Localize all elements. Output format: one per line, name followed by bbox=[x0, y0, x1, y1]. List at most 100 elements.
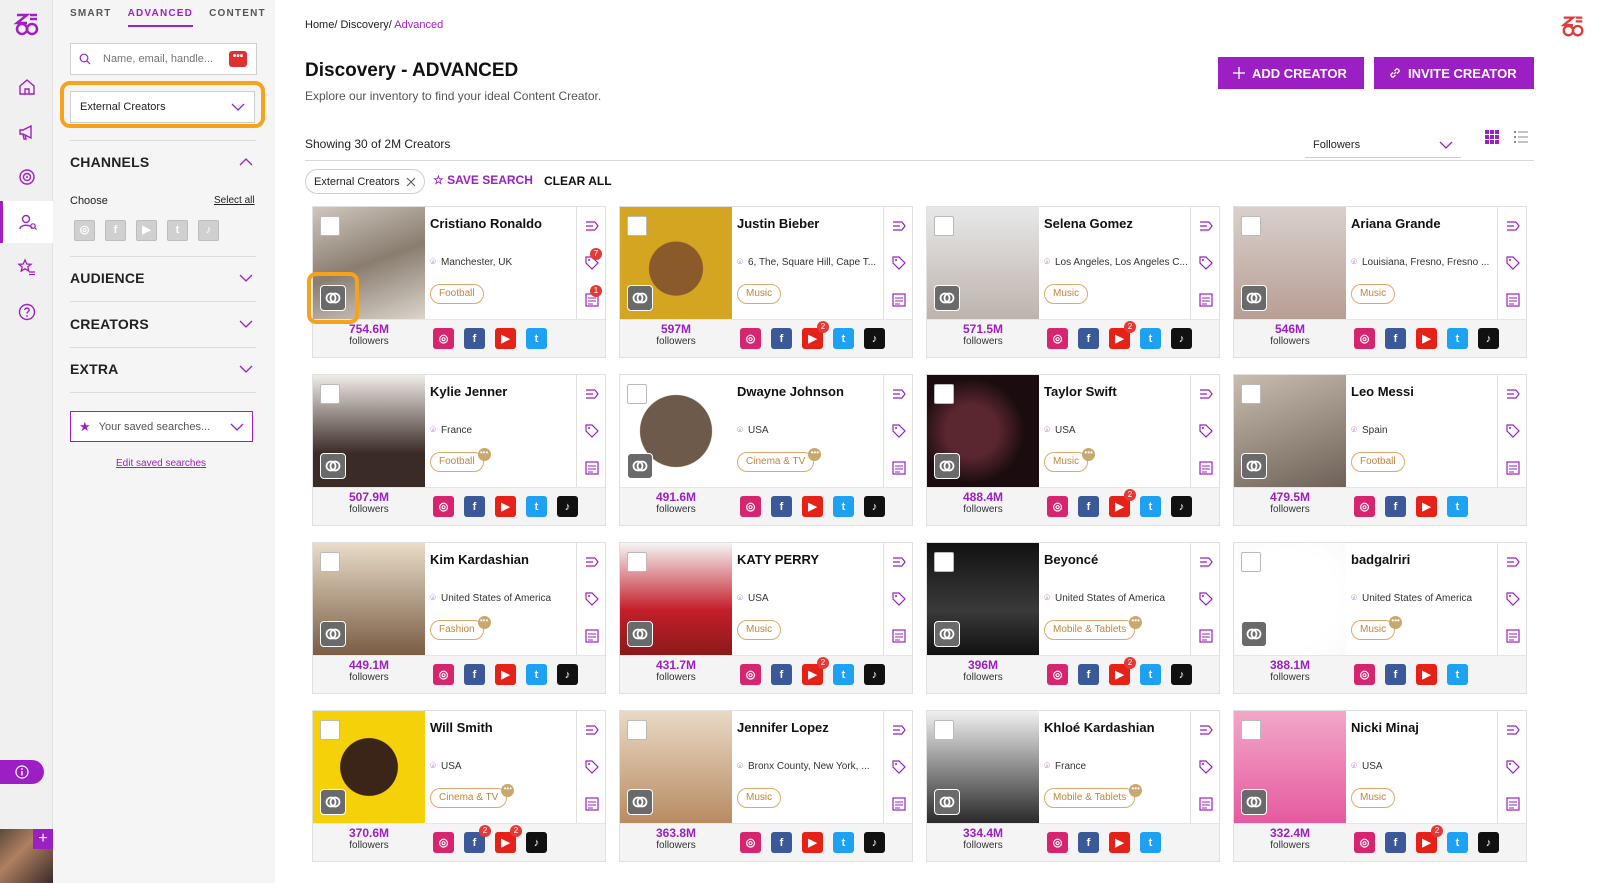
assign-icon[interactable] bbox=[891, 553, 907, 569]
instagram-icon[interactable]: ◎ bbox=[1047, 664, 1068, 685]
twitter-icon[interactable]: t bbox=[833, 328, 854, 349]
twitter-icon[interactable]: t bbox=[1140, 664, 1161, 685]
tag-icon[interactable] bbox=[891, 423, 907, 439]
select-checkbox[interactable] bbox=[627, 216, 647, 236]
twitter-icon[interactable]: t bbox=[833, 496, 854, 517]
twitter-icon[interactable]: t bbox=[526, 664, 547, 685]
notes-icon[interactable] bbox=[1505, 292, 1521, 308]
select-checkbox[interactable] bbox=[1241, 552, 1261, 572]
creator-card[interactable]: Leo Messi ⌾ Spain Football 479.5M followers ◎ f… bbox=[1233, 374, 1527, 526]
select-all-link[interactable]: Select all bbox=[214, 195, 255, 206]
creator-card[interactable]: Will Smith ⌾ USA Cinema & TV ••• 370.6M follow… bbox=[312, 710, 606, 862]
instagram-icon[interactable]: ◎ bbox=[740, 496, 761, 517]
assign-icon[interactable] bbox=[891, 721, 907, 737]
youtube-icon[interactable]: ▶ 2 bbox=[1109, 657, 1136, 685]
invite-creator-button[interactable]: INVITE CREATOR bbox=[1374, 57, 1534, 89]
creator-card[interactable]: Khloé Kardashian ⌾ France Mobile & Tablets •… bbox=[926, 710, 1220, 862]
select-checkbox[interactable] bbox=[934, 552, 954, 572]
tiktok-icon[interactable]: ♪ bbox=[1171, 328, 1192, 349]
select-checkbox[interactable] bbox=[934, 384, 954, 404]
tiktok-icon[interactable]: ♪ bbox=[557, 496, 578, 517]
assign-icon[interactable] bbox=[1198, 553, 1214, 569]
select-checkbox[interactable] bbox=[934, 720, 954, 740]
youtube-icon[interactable]: ▶ bbox=[495, 328, 516, 349]
tag-icon[interactable] bbox=[1198, 759, 1214, 775]
assign-icon[interactable] bbox=[1198, 217, 1214, 233]
creator-name[interactable]: badgalriri bbox=[1351, 552, 1410, 567]
section-creators[interactable]: CREATORS bbox=[70, 306, 253, 342]
select-checkbox[interactable] bbox=[627, 552, 647, 572]
facebook-icon[interactable]: f bbox=[1385, 832, 1406, 853]
user-avatar[interactable]: + bbox=[0, 829, 53, 883]
instagram-icon[interactable]: ◎ bbox=[1354, 832, 1375, 853]
tiktok-icon[interactable]: ♪ bbox=[1478, 832, 1499, 853]
tiktok-icon[interactable]: ♪ bbox=[864, 832, 885, 853]
assign-icon[interactable] bbox=[1198, 385, 1214, 401]
breadcrumb-home[interactable]: Home bbox=[305, 19, 334, 31]
notes-icon[interactable] bbox=[1198, 628, 1214, 644]
notes-icon[interactable] bbox=[1505, 796, 1521, 812]
creator-card[interactable]: Ariana Grande ⌾ Louisiana, Fresno, Fresno … bbox=[1233, 206, 1527, 358]
assign-icon[interactable] bbox=[1505, 385, 1521, 401]
facebook-filter-icon[interactable]: f bbox=[105, 220, 126, 241]
youtube-icon[interactable]: ▶ bbox=[802, 496, 823, 517]
youtube-icon[interactable]: ▶ bbox=[495, 496, 516, 517]
creator-name[interactable]: Leo Messi bbox=[1351, 384, 1414, 399]
creator-name[interactable]: Kylie Jenner bbox=[430, 384, 507, 399]
instagram-icon[interactable]: ◎ bbox=[1047, 328, 1068, 349]
notes-icon[interactable] bbox=[1198, 292, 1214, 308]
creator-name[interactable]: Selena Gomez bbox=[1044, 216, 1133, 231]
creator-card[interactable]: badgalriri ⌾ United States of America Music… bbox=[1233, 542, 1527, 694]
tab-advanced[interactable]: ADVANCED bbox=[127, 8, 194, 27]
youtube-icon[interactable]: ▶ 2 bbox=[802, 321, 829, 349]
app-logo[interactable] bbox=[13, 12, 41, 36]
tab-smart[interactable]: SMART bbox=[70, 8, 112, 27]
instagram-icon[interactable]: ◎ bbox=[433, 664, 454, 685]
twitter-filter-icon[interactable]: t bbox=[167, 220, 188, 241]
creator-card[interactable]: Selena Gomez ⌾ Los Angeles, Los Angeles C.… bbox=[926, 206, 1220, 358]
nav-campaigns[interactable] bbox=[0, 111, 53, 153]
youtube-icon[interactable]: ▶ 2 bbox=[802, 657, 829, 685]
creator-card[interactable]: Nicki Minaj ⌾ USA Music 332.4M followers ◎ f ▶ 2 t… bbox=[1233, 710, 1527, 862]
facebook-icon[interactable]: f bbox=[1385, 496, 1406, 517]
assign-icon[interactable] bbox=[584, 217, 600, 233]
creator-card[interactable]: Taylor Swift ⌾ USA Music ••• 488.4M followers ◎… bbox=[926, 374, 1220, 526]
tiktok-icon[interactable]: ♪ bbox=[557, 664, 578, 685]
tiktok-icon[interactable]: ♪ bbox=[864, 328, 885, 349]
instagram-icon[interactable]: ◎ bbox=[433, 832, 454, 853]
info-button[interactable] bbox=[0, 760, 44, 784]
assign-icon[interactable] bbox=[584, 385, 600, 401]
facebook-icon[interactable]: f bbox=[771, 496, 792, 517]
tag-icon[interactable] bbox=[1198, 591, 1214, 607]
creator-name[interactable]: Kim Kardashian bbox=[430, 552, 529, 567]
assign-icon[interactable] bbox=[1505, 721, 1521, 737]
grid-view-icon[interactable] bbox=[1484, 129, 1500, 145]
youtube-icon[interactable]: ▶ bbox=[1416, 496, 1437, 517]
select-checkbox[interactable] bbox=[320, 384, 340, 404]
clear-all-button[interactable]: CLEAR ALL bbox=[544, 174, 612, 188]
instagram-icon[interactable]: ◎ bbox=[1047, 496, 1068, 517]
notes-icon[interactable] bbox=[1198, 796, 1214, 812]
notes-icon[interactable] bbox=[891, 460, 907, 476]
facebook-icon[interactable]: f bbox=[1078, 664, 1099, 685]
youtube-icon[interactable]: ▶ bbox=[1416, 664, 1437, 685]
twitter-icon[interactable]: t bbox=[833, 664, 854, 685]
select-checkbox[interactable] bbox=[320, 216, 340, 236]
creator-card[interactable]: Beyoncé ⌾ United States of America Mobile &… bbox=[926, 542, 1220, 694]
tab-content[interactable]: CONTENT bbox=[209, 8, 266, 27]
youtube-icon[interactable]: ▶ 2 bbox=[1109, 321, 1136, 349]
creator-name[interactable]: Beyoncé bbox=[1044, 552, 1098, 567]
facebook-icon[interactable]: f bbox=[464, 664, 485, 685]
creator-name[interactable]: Taylor Swift bbox=[1044, 384, 1117, 399]
nav-discovery[interactable] bbox=[0, 201, 53, 243]
tiktok-filter-icon[interactable]: ♪ bbox=[198, 220, 219, 241]
tiktok-icon[interactable]: ♪ bbox=[1478, 328, 1499, 349]
facebook-icon[interactable]: f bbox=[464, 328, 485, 349]
tag-icon[interactable] bbox=[584, 423, 600, 439]
instagram-icon[interactable]: ◎ bbox=[433, 328, 454, 349]
tag-icon[interactable] bbox=[1505, 255, 1521, 271]
more-tags-icon[interactable]: ••• bbox=[1129, 616, 1143, 629]
select-checkbox[interactable] bbox=[627, 384, 647, 404]
creator-name[interactable]: KATY PERRY bbox=[737, 552, 819, 567]
more-tags-icon[interactable]: ••• bbox=[477, 616, 491, 629]
